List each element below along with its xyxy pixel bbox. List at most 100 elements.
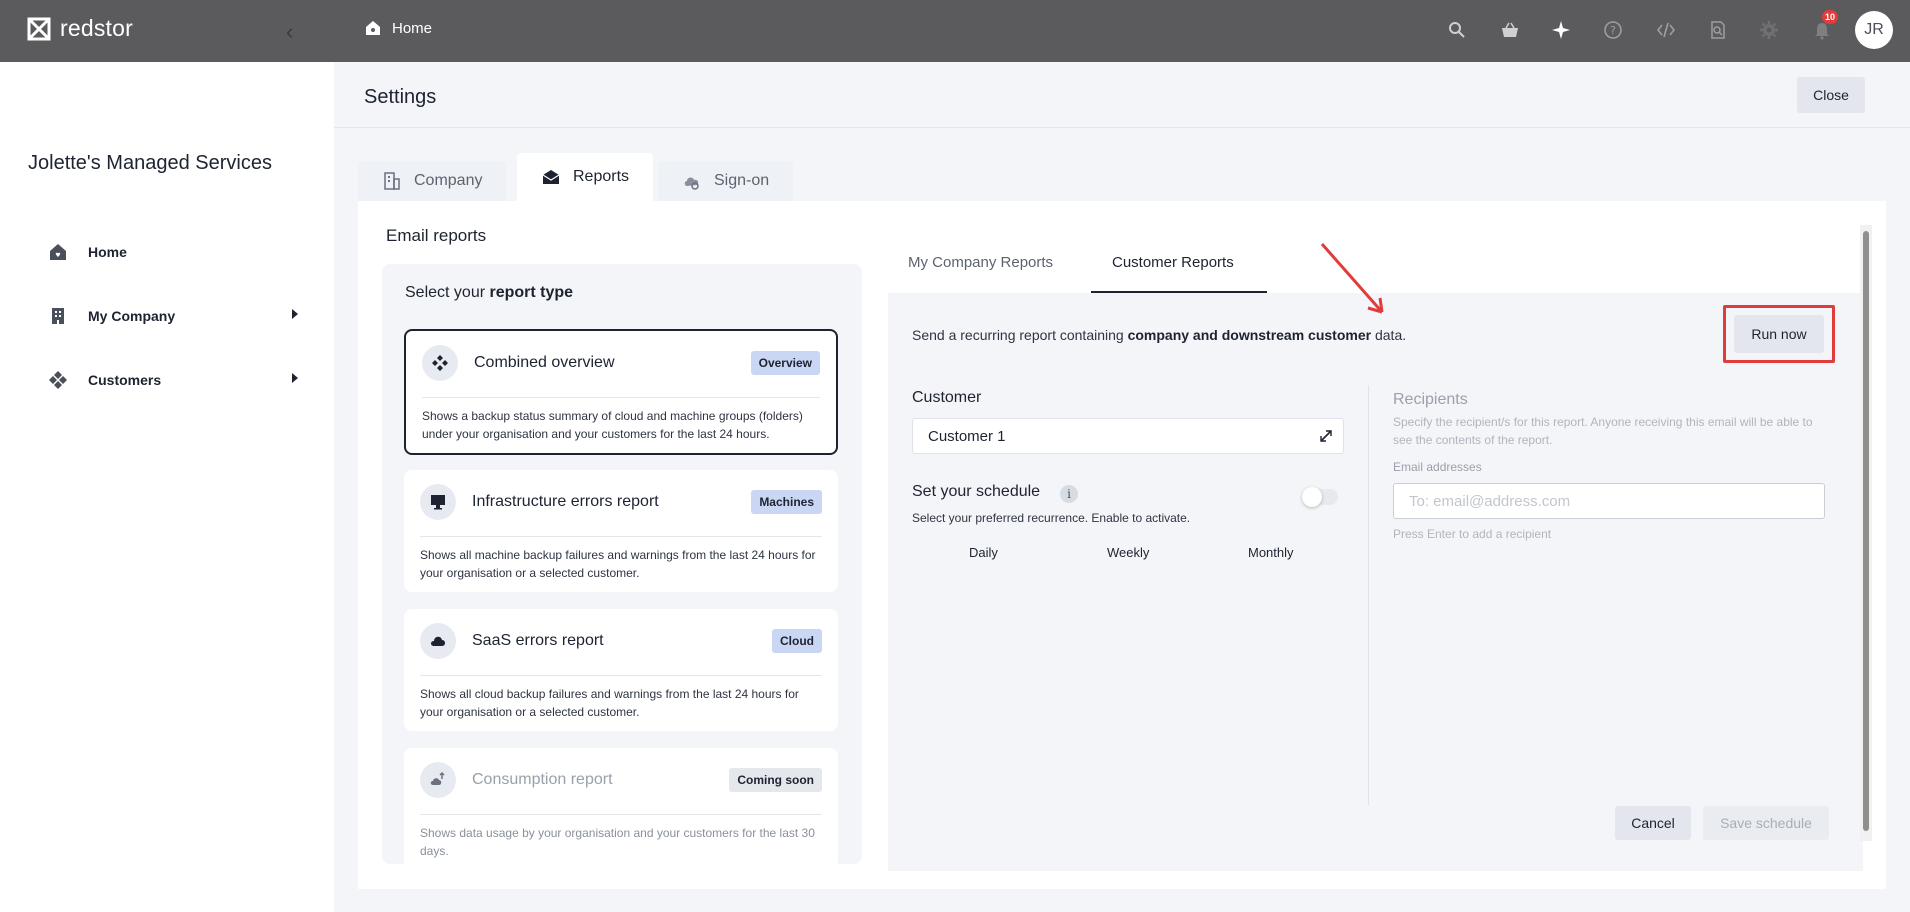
customer-label: Customer (912, 389, 982, 406)
heading-bold: report type (489, 284, 574, 301)
home-icon (366, 21, 380, 35)
section-title: Email reports (386, 226, 487, 245)
card-title: Infrastructure errors report (472, 493, 659, 510)
sidebar-item-customers[interactable]: Customers (48, 370, 298, 390)
report-type-list: Select your report type Combined overvie… (382, 264, 862, 864)
report-card-infrastructure-errors[interactable]: Infrastructure errors report Machines Sh… (404, 470, 838, 592)
card-header: Consumption report (420, 762, 613, 798)
sparkle-icon[interactable] (1547, 16, 1575, 44)
sidebar-item-label: My Company (88, 308, 176, 324)
schedule-toggle[interactable] (1302, 487, 1338, 507)
description-prefix: Send a recurring report containing (912, 327, 1128, 343)
sidebar: Jolette's Managed Services Home My Compa… (0, 62, 334, 912)
card-divider (422, 397, 820, 398)
customer-select-value: Customer 1 (928, 428, 1006, 445)
subtab-my-company-reports[interactable]: My Company Reports (908, 254, 1053, 271)
main-content: Settings Close Company Reports Sign-on E… (334, 62, 1910, 912)
cloud-transfer-icon (420, 762, 456, 798)
frequency-weekly[interactable]: Weekly (1107, 545, 1149, 560)
brand-name: redstor (60, 15, 133, 41)
tab-label: Company (414, 172, 483, 189)
sidebar-item-label: Customers (88, 372, 162, 388)
card-tag: Machines (751, 490, 822, 514)
recipients-description: Specify the recipient/s for this report.… (1393, 415, 1813, 447)
cancel-button[interactable]: Cancel (1615, 806, 1691, 840)
page-title: Settings (364, 86, 437, 108)
close-button[interactable]: Close (1797, 77, 1865, 113)
report-card-combined-overview[interactable]: Combined overview Overview Shows a backu… (404, 329, 838, 455)
card-divider (420, 675, 822, 676)
cloud-icon (420, 623, 456, 659)
card-header: SaaS errors report (420, 623, 604, 659)
recipients-title: Recipients (1393, 391, 1468, 408)
monitor-icon (420, 484, 456, 520)
save-schedule-button: Save schedule (1703, 806, 1829, 840)
report-card-consumption: Consumption report Coming soon Shows dat… (404, 748, 838, 864)
email-label: Email addresses (1393, 460, 1482, 474)
tab-label: Reports (573, 168, 630, 185)
card-description: Shows all machine backup failures and wa… (420, 548, 816, 580)
building-icon (52, 308, 64, 324)
subtab-customer-reports[interactable]: Customer Reports (1112, 254, 1234, 271)
card-description: Shows a backup status summary of cloud a… (422, 409, 803, 441)
diamonds-icon (422, 345, 458, 381)
card-divider (420, 814, 822, 815)
tab-label: Sign-on (714, 172, 770, 189)
collapse-sidebar-icon[interactable]: ‹ (286, 19, 293, 45)
scrollbar[interactable] (1860, 225, 1872, 841)
tab-sign-on[interactable]: Sign-on (658, 161, 794, 201)
clear-selection-icon[interactable] (1319, 429, 1333, 443)
schedule-hint: Select your preferred recurrence. Enable… (912, 511, 1191, 525)
sidebar-item-my-company[interactable]: My Company (48, 306, 298, 326)
svg-text:?: ? (1610, 24, 1616, 37)
sidebar-item-home[interactable]: Home (48, 242, 298, 262)
avatar[interactable]: JR (1855, 11, 1893, 49)
report-card-saas-errors[interactable]: SaaS errors report Cloud Shows all cloud… (404, 609, 838, 731)
card-tag: Overview (750, 351, 820, 375)
help-icon[interactable]: ? (1599, 16, 1627, 44)
gear-icon[interactable] (1755, 16, 1783, 44)
annotation-arrow-icon (1320, 243, 1384, 314)
email-input[interactable] (1393, 483, 1825, 519)
basket-icon[interactable] (1496, 16, 1524, 44)
notification-badge: 10 (1821, 10, 1838, 24)
home-icon (50, 244, 66, 260)
customer-select[interactable]: Customer 1 (912, 418, 1344, 454)
tab-company[interactable]: Company (358, 161, 507, 201)
document-search-icon[interactable] (1704, 16, 1732, 44)
search-icon[interactable] (1443, 16, 1471, 44)
run-now-button[interactable]: Run now (1734, 315, 1824, 353)
caret-right-icon (292, 373, 298, 383)
card-tag: Coming soon (729, 768, 822, 792)
cloud-key-icon (684, 177, 699, 190)
frequency-monthly[interactable]: Monthly (1248, 545, 1294, 560)
settings-header: Settings Close (334, 62, 1910, 128)
caret-right-icon (292, 309, 298, 319)
bell-icon[interactable]: 10 (1808, 10, 1838, 44)
card-tag: Cloud (772, 629, 822, 653)
card-description: Shows data usage by your organisation an… (420, 826, 815, 858)
company-icon (384, 172, 400, 190)
breadcrumb[interactable]: Home (364, 19, 432, 37)
report-type-heading: Select your report type (405, 284, 573, 302)
reports-panel: Email reports Select your report type Co… (358, 201, 1886, 889)
code-icon[interactable] (1652, 16, 1680, 44)
brand-logo[interactable]: redstor (26, 15, 133, 42)
redstor-logo-icon (27, 17, 51, 40)
tab-reports[interactable]: Reports (517, 153, 654, 201)
card-header: Combined overview (422, 345, 615, 381)
scrollbar-thumb[interactable] (1863, 231, 1869, 831)
frequency-daily[interactable]: Daily (969, 545, 998, 560)
top-bar: redstor ‹ Home ? 10 JR (0, 0, 1910, 62)
column-divider (1368, 385, 1369, 805)
email-hint: Press Enter to add a recipient (1393, 527, 1552, 541)
schedule-label: Set your schedule (912, 483, 1041, 500)
sidebar-item-label: Home (88, 244, 127, 260)
envelope-icon (542, 170, 560, 184)
heading-prefix: Select your (405, 284, 490, 301)
customer-reports-form: Send a recurring report containing compa… (888, 293, 1863, 871)
breadcrumb-home: Home (392, 19, 433, 37)
card-title: Consumption report (472, 771, 613, 788)
info-icon[interactable]: i (1060, 485, 1078, 503)
customers-icon (49, 371, 67, 389)
